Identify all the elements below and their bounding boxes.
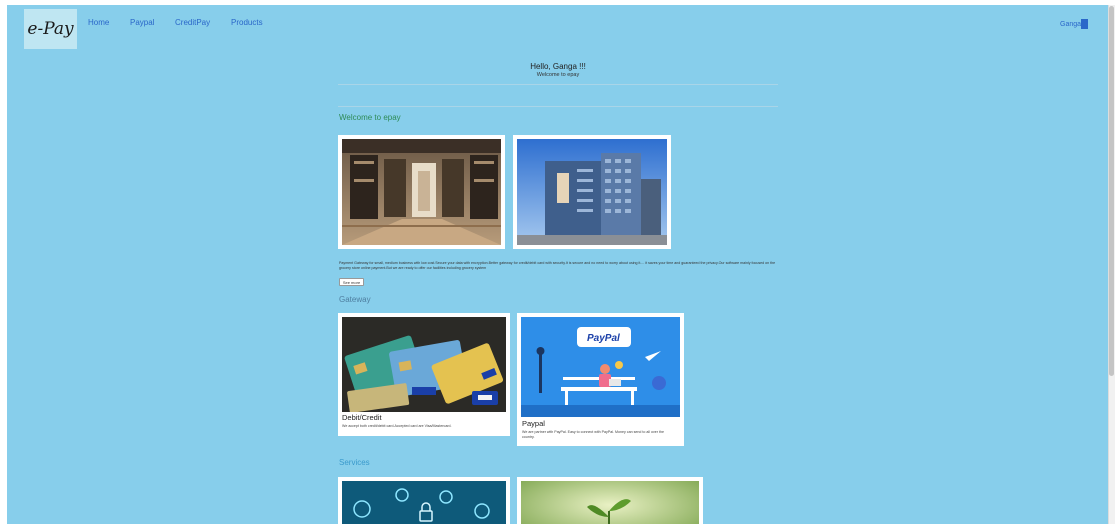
building-image [517, 139, 667, 245]
service-card-growth[interactable] [517, 477, 703, 524]
store-image-card [338, 135, 505, 249]
divider [338, 84, 778, 85]
credit-cards-image [342, 317, 506, 412]
card-title-debit-credit: Debit/Credit [342, 413, 382, 422]
security-image [342, 481, 506, 524]
service-card-security[interactable] [338, 477, 510, 524]
welcome-heading: Welcome to epay [339, 113, 401, 122]
paypal-logo-text: PayPal [587, 333, 620, 344]
nav-products-link[interactable]: Products [231, 18, 263, 27]
user-menu[interactable]: Ganga [1060, 19, 1089, 29]
brand-logo[interactable]: e-Pay [24, 9, 77, 49]
nav-home-link[interactable]: Home [88, 18, 109, 27]
greeting-title: Hello, Ganga !!! [530, 62, 586, 71]
page-background: e-Pay Home Paypal CreditPay Products Gan… [7, 5, 1108, 524]
gateway-heading: Gateway [339, 295, 371, 304]
welcome-description: Payment Gateway for small, medium busine… [339, 261, 776, 270]
plant-growth-image [521, 481, 699, 524]
scrollbar-thumb[interactable] [1109, 6, 1114, 376]
paypal-card[interactable]: PayPal Paypal We are partner with PayPal… [517, 313, 684, 446]
card-text-debit-credit: We accept both credit/debit card.Accepte… [342, 424, 452, 428]
user-caret-icon[interactable] [1081, 19, 1089, 29]
divider [338, 106, 778, 107]
paypal-image: PayPal [521, 317, 680, 417]
see-more-button[interactable]: See more [339, 278, 364, 286]
card-text-paypal: We are partner with PayPal. Easy to conn… [522, 430, 664, 439]
building-image-card [513, 135, 671, 249]
user-name[interactable]: Ganga [1060, 21, 1081, 28]
greeting-subtitle: Welcome to epay [536, 72, 580, 78]
store-interior-image [342, 139, 501, 245]
card-title-paypal: Paypal [522, 419, 545, 428]
services-heading: Services [339, 458, 370, 467]
debit-credit-card[interactable]: Debit/Credit We accept both credit/debit… [338, 313, 510, 436]
nav-paypal-link[interactable]: Paypal [130, 18, 154, 27]
nav-creditpay-link[interactable]: CreditPay [175, 18, 210, 27]
